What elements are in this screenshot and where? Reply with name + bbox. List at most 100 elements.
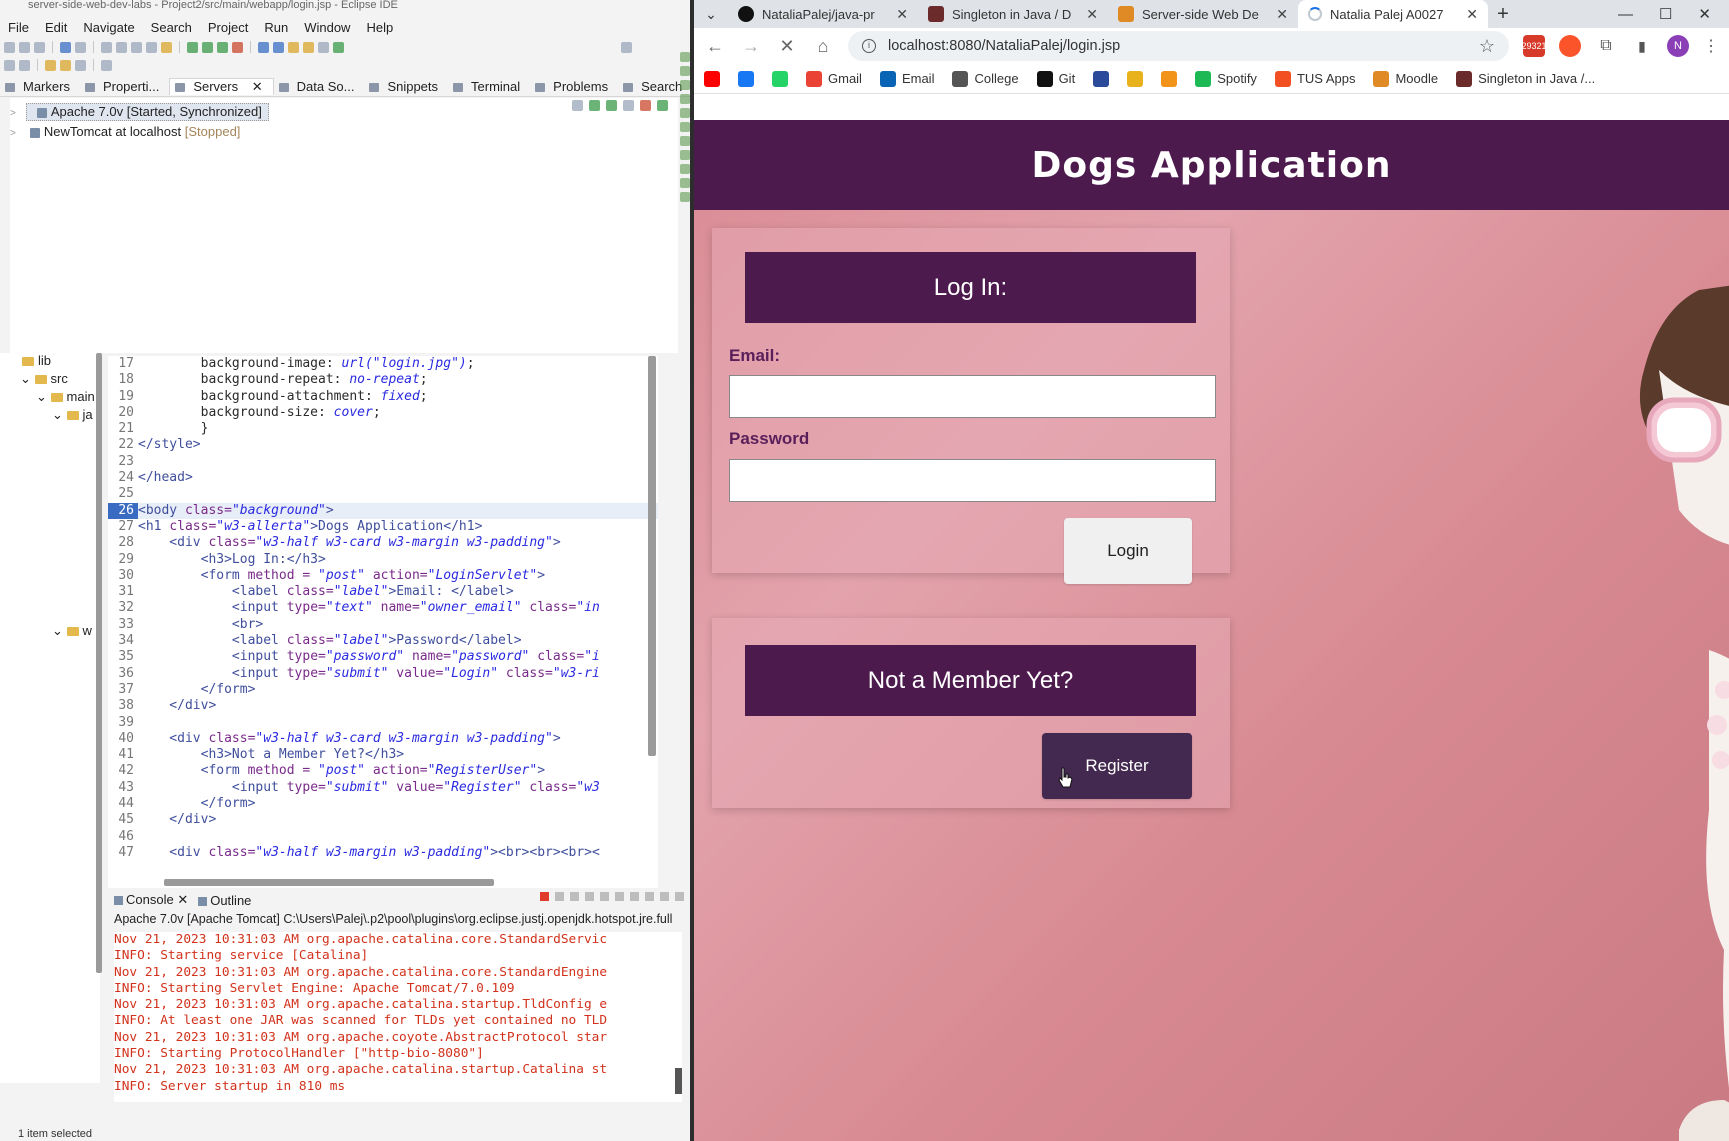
external-tools-icon[interactable] [232, 41, 243, 53]
prev-annotation-icon[interactable] [19, 59, 30, 71]
code-line[interactable]: 28 <div class="w3-half w3-card w3-margin… [108, 535, 658, 551]
bookmark-item[interactable] [704, 70, 720, 87]
chevron-right-icon[interactable]: > [10, 108, 16, 119]
profile-server-icon[interactable] [623, 100, 634, 111]
code-line[interactable]: 25 [108, 486, 658, 502]
code-line[interactable]: 26 <body class="background"> [108, 502, 658, 519]
forward-icon[interactable] [60, 59, 71, 71]
code-line[interactable]: 24 </head> [108, 470, 658, 486]
run-server-icon[interactable] [333, 41, 344, 53]
resume-icon[interactable] [101, 41, 112, 53]
view-tab[interactable]: Terminal [448, 79, 530, 94]
code-line[interactable]: 20 background-size: cover; [108, 405, 658, 421]
profile-avatar[interactable]: N [1667, 35, 1689, 57]
bookmark-item[interactable]: Spotify [1195, 70, 1257, 87]
view-tab[interactable]: Data So... [274, 79, 365, 94]
code-line[interactable]: 40 <div class="w3-half w3-card w3-margin… [108, 731, 658, 747]
code-line[interactable]: 45 </div> [108, 812, 658, 828]
tab-console[interactable]: Console ✕ [114, 892, 188, 908]
bookmark-item[interactable]: Singleton in Java /... [1456, 70, 1595, 87]
menu-item[interactable]: File [0, 20, 37, 35]
tree-item-webapp[interactable]: ⌄ w [52, 623, 92, 639]
home-icon[interactable]: ⌂ [812, 36, 834, 57]
view-tab[interactable]: Snippets [364, 79, 448, 94]
pin-console-icon[interactable] [615, 892, 624, 901]
task-icon[interactable] [303, 41, 314, 53]
run-icon[interactable] [202, 41, 213, 53]
code-line[interactable]: 37 </form> [108, 682, 658, 698]
code-line[interactable]: 21 } [108, 421, 658, 437]
bookmark-item[interactable]: Git [1036, 70, 1075, 87]
step-icon[interactable] [131, 41, 142, 53]
side-panel-icon[interactable]: ▮ [1631, 35, 1653, 57]
remove-all-icon[interactable] [570, 892, 579, 901]
editor-vscrollbar[interactable] [648, 356, 656, 756]
last-edit-icon[interactable] [75, 59, 86, 71]
menu-item[interactable]: Run [256, 20, 296, 35]
view-tab[interactable]: Properti... [80, 79, 169, 94]
code-line[interactable]: 42 <form method = "post" action="Registe… [108, 763, 658, 779]
bookmark-item[interactable]: Moodle [1373, 70, 1438, 87]
password-field[interactable] [729, 459, 1216, 502]
explorer-scrollbar[interactable] [96, 353, 102, 973]
bookmark-item[interactable] [1093, 70, 1110, 87]
tree-item-src[interactable]: ⌄ src [20, 371, 68, 387]
back-icon[interactable]: ← [704, 36, 726, 57]
maximize-icon[interactable]: ☐ [1659, 5, 1672, 23]
brave-icon[interactable] [1559, 35, 1581, 57]
collapse-icon[interactable] [572, 100, 583, 111]
debug-server-icon[interactable] [589, 100, 600, 111]
bookmark-item[interactable] [772, 70, 788, 87]
editor-hscrollbar[interactable] [164, 879, 494, 886]
forward-icon[interactable]: → [740, 36, 762, 57]
view-tab[interactable]: Problems [530, 79, 618, 94]
console-scrollbar[interactable] [675, 1068, 682, 1094]
bookmark-item[interactable]: TUS Apps [1274, 70, 1355, 87]
suspend-icon[interactable] [116, 41, 127, 53]
browser-tab[interactable]: Singleton in Java / D ✕ [918, 0, 1108, 28]
terminal-icon[interactable] [60, 41, 71, 53]
step-over-icon[interactable] [146, 41, 157, 53]
minimize-icon[interactable]: — [1618, 6, 1633, 23]
browser-tab-active[interactable]: Natalia Palej A0027 ✕ [1298, 0, 1488, 28]
code-line[interactable]: 32 <input type="text" name="owner_email"… [108, 600, 658, 616]
code-line[interactable]: 38 </div> [108, 698, 658, 714]
tree-item-java[interactable]: ⌄ ja [52, 407, 93, 423]
extensions-icon[interactable]: ⧉ [1595, 35, 1617, 57]
browser-tab[interactable]: Server-side Web De ✕ [1108, 0, 1298, 28]
code-line[interactable]: 17 background-image: url("login.jpg"); [108, 356, 658, 372]
coverage-icon[interactable] [217, 41, 228, 53]
code-line[interactable]: 30 <form method = "post" action="LoginSe… [108, 568, 658, 584]
bookmark-item[interactable] [738, 70, 754, 87]
open-console-icon[interactable] [645, 892, 654, 901]
code-line[interactable]: 22 </style> [108, 437, 658, 453]
browser-tab[interactable]: NataliaPalej/java-pr ✕ [728, 0, 918, 28]
code-line[interactable]: 41 <h3>Not a Member Yet?</h3> [108, 747, 658, 763]
skip-icon[interactable] [75, 41, 86, 53]
login-button[interactable]: Login [1064, 518, 1192, 584]
minimize-icon[interactable] [660, 892, 669, 901]
save-all-icon[interactable] [34, 41, 45, 53]
code-line[interactable]: 18 background-repeat: no-repeat; [108, 372, 658, 388]
chevron-right-icon[interactable]: > [10, 128, 16, 139]
search-icon[interactable] [621, 41, 632, 53]
email-field[interactable] [729, 375, 1216, 418]
code-editor[interactable]: 17 background-image: url("login.jpg"); 18… [108, 356, 658, 888]
server-row[interactable]: > NewTomcat at localhost [Stopped] [10, 122, 678, 142]
bookmark-item[interactable]: Email [879, 70, 934, 87]
menu-icon[interactable]: ⋮ [1703, 36, 1719, 56]
remove-launch-icon[interactable] [555, 892, 564, 901]
open-type-icon[interactable] [288, 41, 299, 53]
bookmark-item[interactable] [1161, 70, 1178, 87]
view-tab[interactable]: Markers [0, 79, 80, 94]
bookmark-item[interactable]: Gmail [806, 70, 862, 87]
code-line[interactable]: 43 <input type="submit" value="Register"… [108, 780, 658, 796]
code-line[interactable]: 31 <label class="label">Email: </label> [108, 584, 658, 600]
extension-badge-icon[interactable]: 29321 [1521, 35, 1547, 57]
stop-server-icon[interactable] [640, 100, 651, 111]
tree-item-main[interactable]: ⌄ main [36, 389, 95, 405]
new-icon[interactable] [4, 41, 15, 53]
close-tab-icon[interactable]: ✕ [1276, 6, 1288, 23]
tree-item-lib[interactable]: lib [22, 353, 51, 368]
menu-item[interactable]: Navigate [75, 20, 142, 35]
